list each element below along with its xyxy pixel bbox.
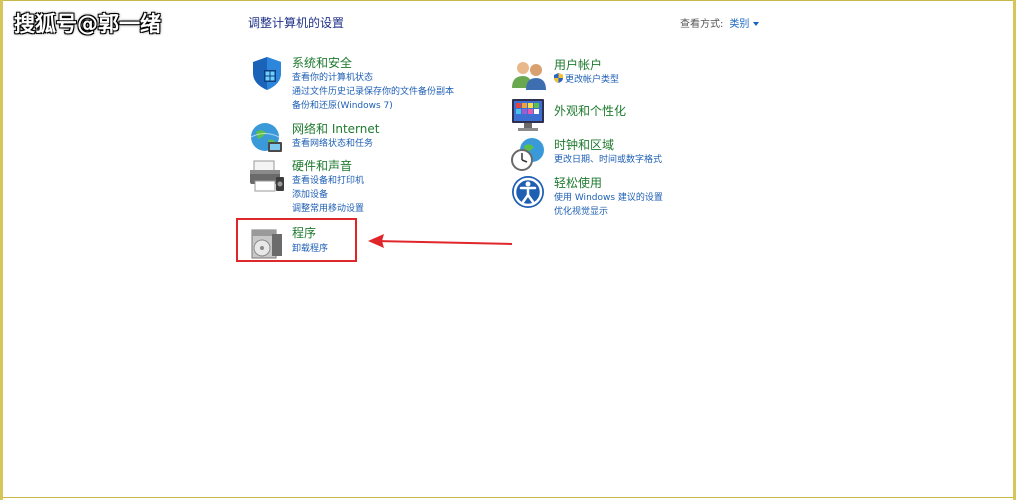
security-link-backup[interactable]: 备份和还原(Windows 7) [292, 98, 393, 111]
hardware-title[interactable]: 硬件和声音 [292, 157, 352, 174]
watermark: 搜狐号@郭一绪 [14, 12, 161, 36]
ease-link-visual[interactable]: 优化视觉显示 [554, 204, 608, 217]
category-hardware: 硬件和声音 查看设备和打印机 添加设备 调整常用移动设置 [248, 157, 488, 215]
page-title: 调整计算机的设置 [248, 16, 345, 30]
view-by-label: 查看方式: [680, 19, 724, 30]
ease-of-access-icon[interactable] [510, 174, 548, 212]
monitor-palette-icon[interactable] [510, 96, 548, 134]
hardware-link-devices[interactable]: 查看设备和打印机 [292, 173, 364, 186]
network-link-status[interactable]: 查看网络状态和任务 [292, 136, 373, 149]
category-appearance: 外观和个性化 [510, 96, 750, 132]
accounts-link-change-type[interactable]: 更改帐户类型 [565, 72, 619, 85]
category-ease: 轻松使用 使用 Windows 建议的设置 优化视觉显示 [510, 174, 750, 218]
uac-shield-icon [554, 73, 563, 83]
accounts-title[interactable]: 用户帐户 [554, 56, 602, 73]
clock-title[interactable]: 时钟和区域 [554, 136, 614, 153]
highlight-box [236, 218, 357, 262]
printer-icon[interactable] [248, 157, 286, 195]
ease-title[interactable]: 轻松使用 [554, 174, 602, 191]
clock-link-format[interactable]: 更改日期、时间或数字格式 [554, 152, 662, 165]
category-accounts: 用户帐户 更改帐户类型 [510, 56, 750, 92]
annotation-arrow [368, 234, 513, 248]
category-security: 系统和安全 查看你的计算机状态 通过文件历史记录保存你的文件备份副本 备份和还原… [248, 54, 488, 114]
hardware-link-add-device[interactable]: 添加设备 [292, 187, 328, 200]
security-link-file-history[interactable]: 通过文件历史记录保存你的文件备份副本 [292, 84, 454, 97]
category-network: 网络和 Internet 查看网络状态和任务 [248, 120, 488, 156]
security-link-status[interactable]: 查看你的计算机状态 [292, 70, 373, 83]
hardware-link-mobility[interactable]: 调整常用移动设置 [292, 201, 364, 214]
left-border [0, 0, 3, 500]
ease-link-recommended[interactable]: 使用 Windows 建议的设置 [554, 190, 663, 203]
view-by-value[interactable]: 类别 [729, 19, 749, 30]
view-by-control[interactable]: 查看方式: 类别 [680, 15, 760, 30]
shield-icon[interactable] [248, 54, 286, 92]
security-title[interactable]: 系统和安全 [292, 54, 352, 71]
clock-globe-icon[interactable] [510, 136, 548, 174]
category-clock: 时钟和区域 更改日期、时间或数字格式 [510, 136, 750, 172]
chevron-down-icon[interactable] [753, 22, 760, 26]
network-globe-icon[interactable] [248, 120, 286, 158]
network-title[interactable]: 网络和 Internet [292, 120, 379, 137]
users-icon[interactable] [510, 56, 548, 94]
appearance-title[interactable]: 外观和个性化 [554, 102, 626, 119]
